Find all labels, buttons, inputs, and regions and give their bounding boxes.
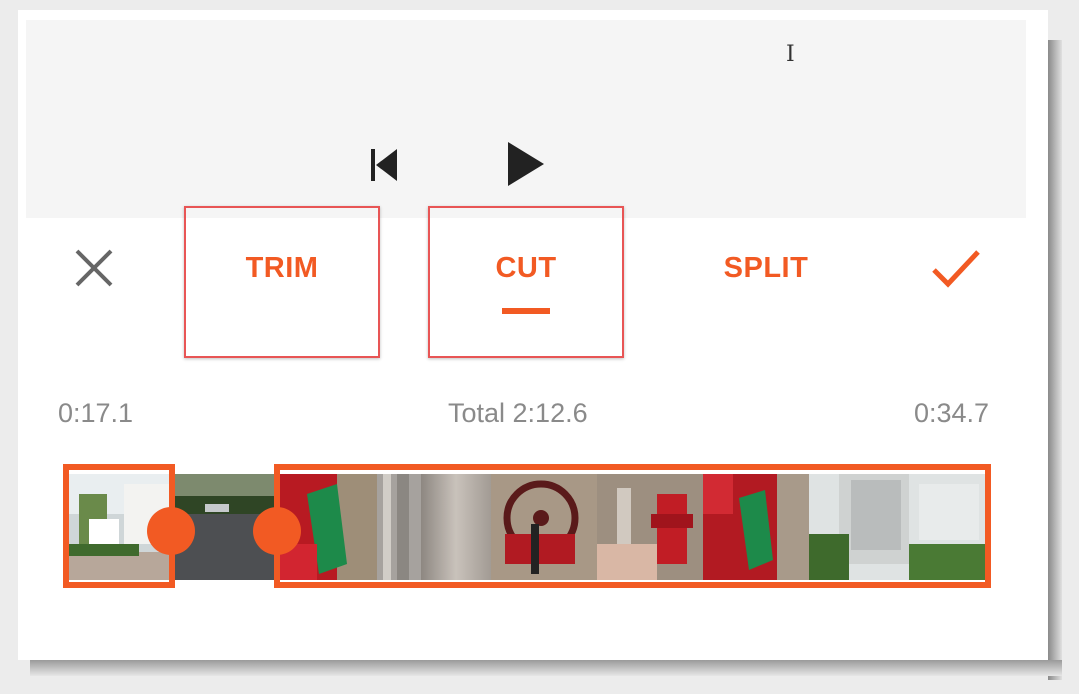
selection-end-time: 0:34.7	[914, 398, 990, 428]
play-icon[interactable]	[500, 138, 548, 190]
selection-start-time: 0:17.1	[58, 398, 134, 428]
total-duration: Total 2:12.6	[448, 398, 588, 428]
tab-trim[interactable]: TRIM	[184, 206, 380, 358]
tab-cut-label: CUT	[495, 252, 557, 284]
shadow-bottom	[30, 660, 1062, 676]
tab-split[interactable]: SPLIT	[668, 206, 864, 362]
cut-start-handle[interactable]	[147, 507, 195, 555]
checkmark-icon[interactable]	[928, 244, 984, 292]
tab-cut[interactable]: CUT	[428, 206, 624, 358]
skip-to-start-icon[interactable]	[363, 145, 403, 185]
shadow-right	[1048, 40, 1062, 680]
text-cursor-icon: I	[786, 42, 795, 67]
close-icon[interactable]	[70, 244, 118, 292]
tab-cut-selected-indicator	[502, 308, 550, 314]
tab-split-label: SPLIT	[723, 252, 809, 284]
kept-segment-right	[274, 464, 991, 588]
cut-end-handle[interactable]	[253, 507, 301, 555]
video-editor-screen: I TRIM CUT SPLIT 0:17.1 Total 2:12.6 0:3…	[18, 10, 1048, 660]
video-timeline[interactable]	[63, 464, 991, 588]
tab-trim-label: TRIM	[245, 252, 319, 284]
